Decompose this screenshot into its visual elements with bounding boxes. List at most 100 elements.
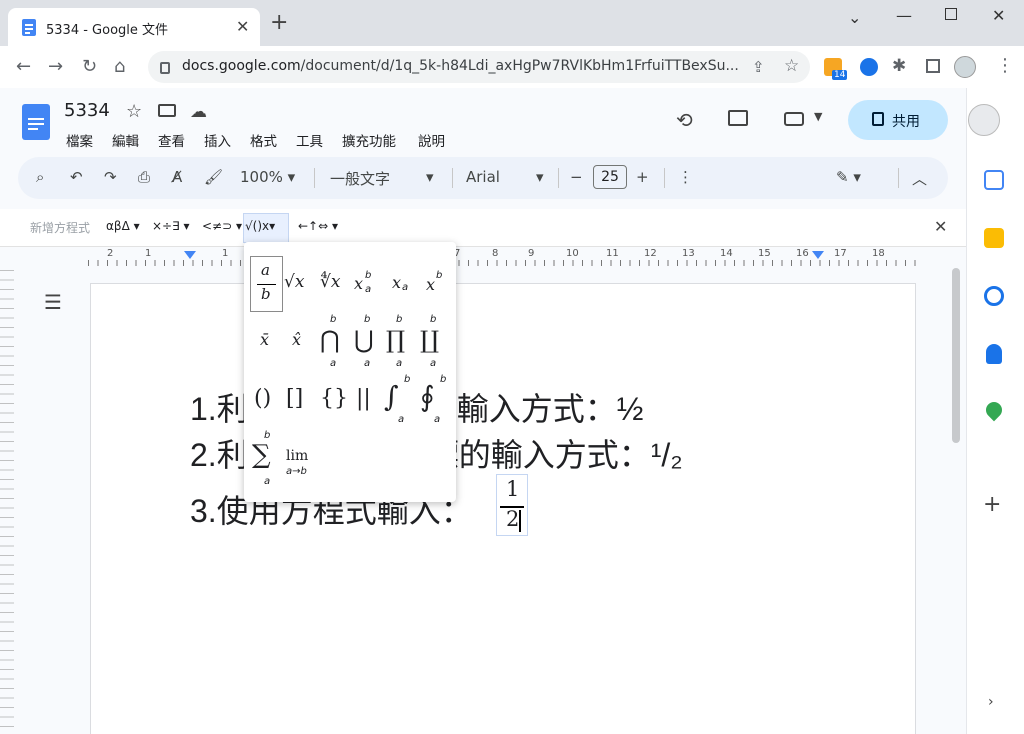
profile-avatar[interactable] [954,56,976,78]
parentheses-symbol-button[interactable]: () [254,386,278,418]
comments-icon[interactable] [728,110,748,126]
left-indent-marker[interactable] [184,251,196,259]
fraction-equation[interactable]: 1 2 [496,474,528,536]
meet-video-icon[interactable] [784,112,804,126]
tasks-icon[interactable] [984,286,1004,306]
calendar-icon[interactable] [984,170,1004,190]
big-union-symbol-button[interactable]: b ⋃ a [354,314,380,370]
new-equation-button[interactable]: 新增方程式 [30,219,90,236]
product-symbol-button[interactable]: b ∏ a [386,314,412,370]
sqrt-symbol-button[interactable]: √x [284,272,314,296]
close-equation-toolbar-icon[interactable]: ✕ [934,217,947,236]
nth-root-symbol-button[interactable]: ∜x [320,272,350,296]
editing-mode-icon[interactable]: ✎ ▾ [836,168,861,186]
math-operators-popup: a b √x ∜x xba xa xb x̄ x̂ b ⋂ a b ⋃ a b ∏ a b ∐… [244,242,456,502]
menu-file[interactable]: 檔案 [66,130,93,150]
print-icon[interactable]: ⎙ [138,168,150,186]
coproduct-symbol-button[interactable]: b ∐ a [420,314,446,370]
brackets-symbol-button[interactable]: [] [286,386,310,418]
close-tab-icon[interactable]: ✕ [236,17,249,36]
sync-extension-icon[interactable] [860,58,878,76]
meet-dropdown-icon[interactable]: ▼ [814,110,822,123]
side-panel-icon[interactable] [926,59,940,73]
font-select[interactable]: Arial ▾ [466,168,548,186]
zoom-select[interactable]: 100% ▾ [240,168,295,186]
menu-tools[interactable]: 工具 [296,130,323,150]
bookmark-star-icon[interactable]: ☆ [784,56,799,76]
share-page-icon[interactable]: ⇪ [752,58,765,76]
redo-icon[interactable]: ↷ [104,168,117,186]
version-history-icon[interactable]: ⟲ [676,108,693,132]
docs-logo-icon[interactable] [22,104,50,140]
tab-title: 5334 - Google 文件 [46,23,169,38]
extensions-puzzle-icon[interactable]: ✱ [892,56,906,76]
summation-symbol-button[interactable]: b ∑ a [252,430,282,490]
paint-format-icon[interactable]: 🖌 [204,168,223,186]
add-addon-icon[interactable]: + [983,492,1001,517]
decrease-font-icon[interactable]: − [570,168,583,186]
fraction-denominator[interactable]: 2 [506,507,519,531]
browser-tab[interactable]: 5334 - Google 文件 ✕ [8,8,260,46]
move-folder-icon[interactable] [158,104,176,117]
search-menus-icon[interactable]: ⌕ [36,168,44,186]
document-outline-icon[interactable]: ☰ [44,290,62,314]
minimize-button[interactable]: — [896,6,912,25]
ruler-number: 1 [222,248,229,259]
more-tools-icon[interactable]: ⋮ [678,168,693,186]
superscript-symbol-button[interactable]: xb [424,270,454,298]
back-icon[interactable]: ← [16,56,31,77]
equation-toolbar: 新增方程式 αβΔ ▾ ×÷∃ ▾ <≠⊃ ▾ √()x▾ ←↑⇔ ▾ ✕ [0,209,966,247]
braces-symbol-button[interactable]: {} [320,386,348,418]
home-icon[interactable]: ⌂ [114,56,125,77]
menu-insert[interactable]: 插入 [204,130,231,150]
menu-edit[interactable]: 編輯 [112,130,139,150]
hat-accent-symbol-button[interactable]: x̂ [290,330,314,354]
big-intersection-symbol-button[interactable]: b ⋂ a [320,314,346,370]
greek-letters-menu[interactable]: αβΔ ▾ [106,219,140,233]
arrows-menu[interactable]: ←↑⇔ ▾ [298,219,338,233]
new-tab-button[interactable]: + [270,12,288,34]
expand-side-panel-icon[interactable]: › [988,694,994,710]
bar-accent-symbol-button[interactable]: x̄ [258,330,282,354]
toolbar-divider [452,168,453,188]
fraction-numerator[interactable]: 1 [506,477,519,501]
maximize-button[interactable] [945,8,957,20]
reload-icon[interactable]: ↻ [82,56,97,77]
menu-extensions[interactable]: 擴充功能 [342,130,396,150]
style-select[interactable]: 一般文字 ▾ [330,168,436,189]
address-bar-row: ← → ↻ ⌂ docs.google.com/document/d/1q_5k… [0,46,1024,88]
absolute-value-symbol-button[interactable]: || [354,386,378,418]
collapse-menus-icon[interactable]: ︿ [912,168,927,189]
increase-font-icon[interactable]: + [636,168,649,186]
misc-operations-menu[interactable]: ×÷∃ ▾ [152,219,190,233]
forward-icon[interactable]: → [48,56,63,77]
limit-symbol-button[interactable]: lim a→b [284,448,318,480]
browser-menu-icon[interactable]: ⋮ [996,55,1014,76]
share-button[interactable]: 共用 [848,100,948,140]
contour-integral-symbol-button[interactable]: b ∮ a [420,374,448,426]
vertical-scrollbar[interactable] [952,268,960,443]
font-size-input[interactable]: 25 [593,165,627,189]
spellcheck-icon[interactable]: A̸ [172,168,182,186]
horizontal-ruler[interactable]: 2 1 1 2 3 4 5 6 7 8 9 10 11 12 13 14 15 … [88,247,918,267]
contacts-icon[interactable] [986,344,1002,364]
menu-help[interactable]: 說明 [418,130,445,150]
document-title[interactable]: 5334 [64,100,110,121]
account-avatar[interactable] [968,104,1000,136]
relations-menu[interactable]: <≠⊃ ▾ [202,219,242,233]
subsuperscript-symbol-button[interactable]: xba [354,270,384,298]
omnibox[interactable]: docs.google.com/document/d/1q_5k-h84Ldi_… [148,51,810,83]
toolbar-divider [664,168,665,188]
fraction-symbol-button[interactable]: a b [250,256,283,312]
vertical-ruler[interactable] [0,270,14,734]
integral-symbol-button[interactable]: b ∫ a [384,374,412,426]
keep-icon[interactable] [984,228,1004,248]
star-icon[interactable]: ☆ [126,101,142,122]
menu-view[interactable]: 查看 [158,130,185,150]
menu-format[interactable]: 格式 [250,130,277,150]
right-indent-marker[interactable] [812,251,824,259]
subscript-symbol-button[interactable]: xa [390,270,420,298]
undo-icon[interactable]: ↶ [70,168,83,186]
close-window-button[interactable]: ✕ [992,6,1005,25]
tab-search-icon[interactable]: ⌄ [848,8,861,27]
